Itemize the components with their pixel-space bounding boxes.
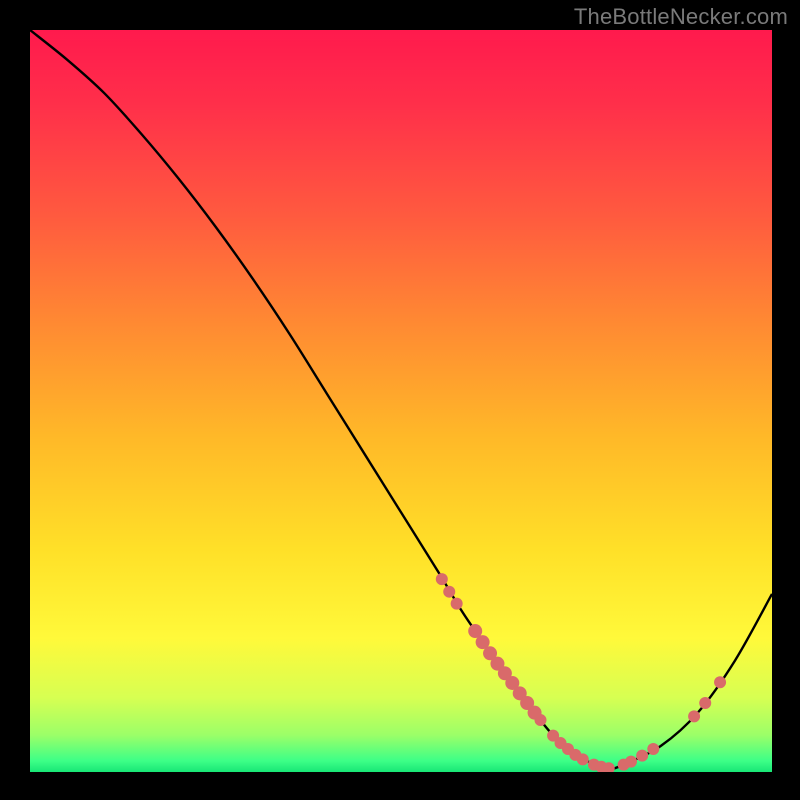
data-point (714, 676, 726, 688)
plot-background (30, 30, 772, 772)
chart-frame: TheBottleNecker.com (0, 0, 800, 800)
data-point (436, 573, 448, 585)
data-point (451, 598, 463, 610)
data-point (535, 714, 547, 726)
attribution-text: TheBottleNecker.com (574, 4, 788, 30)
data-point (699, 697, 711, 709)
data-point (688, 710, 700, 722)
data-point (647, 743, 659, 755)
data-point (577, 753, 589, 765)
data-point (625, 756, 637, 768)
bottleneck-chart (30, 30, 772, 772)
data-point (443, 586, 455, 598)
data-point (636, 750, 648, 762)
